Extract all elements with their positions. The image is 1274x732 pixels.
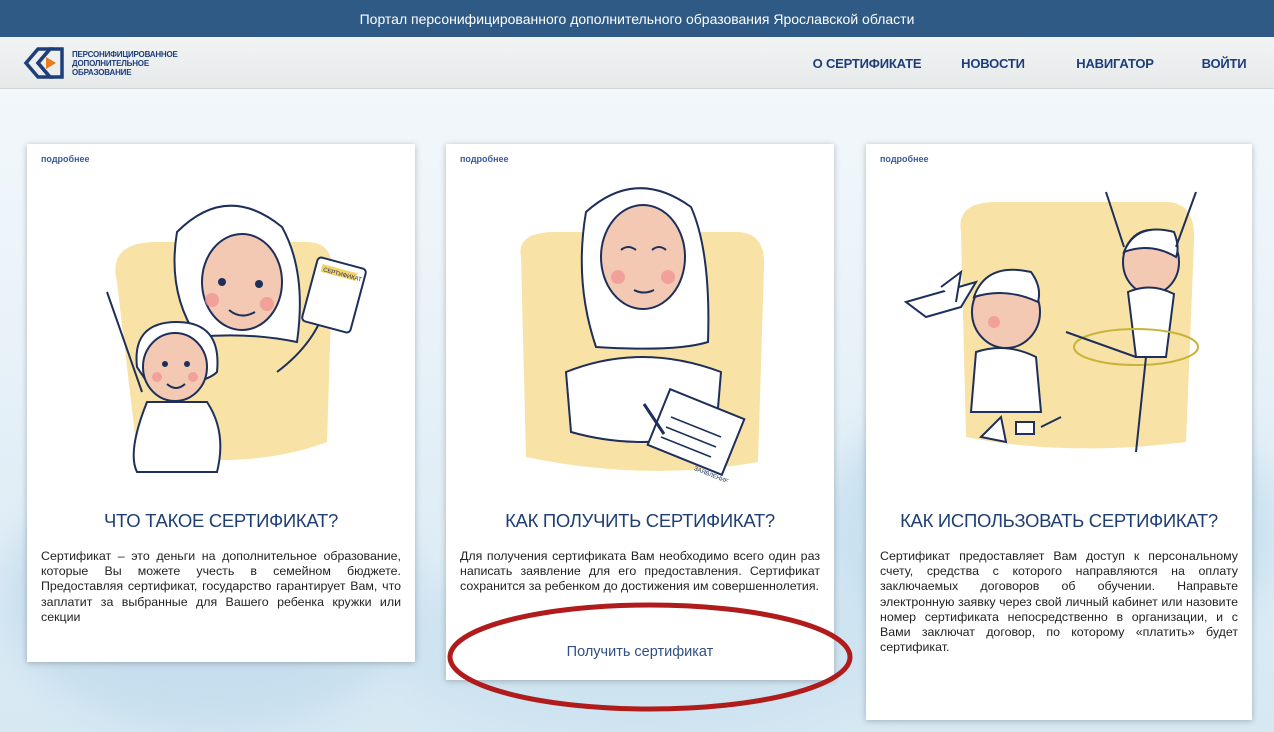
nav-item-about-certificate[interactable]: О СЕРТИФИКАТЕ [797, 56, 937, 71]
card-title: КАК ИСПОЛЬЗОВАТЬ СЕРТИФИКАТ? [900, 510, 1218, 531]
children-activities-illustration [903, 191, 1199, 453]
card-title: ЧТО ТАКОЕ СЕРТИФИКАТ? [104, 510, 338, 531]
nav-item-login[interactable]: ВОЙТИ [1196, 56, 1252, 71]
site-logo[interactable]: ПЕРСОНИФИЦИРОВАННОЕ ДОПОЛНИТЕЛЬНОЕ ОБРАЗ… [22, 43, 178, 83]
card-description: Сертификат предоставляет Вам доступ к пе… [880, 549, 1238, 655]
logo-line-2: ДОПОЛНИТЕЛЬНОЕ [72, 58, 149, 68]
woman-writing-application-illustration: ЗАЯВЛЕНИЕ [520, 187, 765, 482]
card-how-to-get-certificate: подробнее ЗАЯВЛЕНИЕ КАК ПОЛУЧИТЬ СЕРТИФИ… [446, 144, 834, 680]
card-what-is-certificate: подробнее СЕРТИФИКАТ ЧТО ТАКОЕ СЕРТИФИКА… [27, 144, 415, 662]
card-more-link[interactable]: подробнее [41, 154, 90, 164]
logo-mark-icon [23, 47, 64, 79]
mother-and-child-illustration: СЕРТИФИКАТ [106, 204, 367, 473]
card-description: Для получения сертификата Вам необходимо… [460, 549, 820, 594]
logo-line-3: ОБРАЗОВАНИЕ [72, 67, 132, 77]
main-navbar: ПЕРСОНИФИЦИРОВАННОЕ ДОПОЛНИТЕЛЬНОЕ ОБРАЗ… [0, 37, 1274, 89]
card-description: Сертификат – это деньги на дополнительно… [41, 549, 401, 624]
card-how-to-use-certificate: подробнее КАК ИСПОЛЬЗОВАТЬ СЕРТИФИКАТ? С… [866, 144, 1252, 720]
logo-text: ПЕРСОНИФИЦИРОВАННОЕ ДОПОЛНИТЕЛЬНОЕ ОБРАЗ… [72, 50, 178, 77]
nav-item-navigator[interactable]: НАВИГАТОР [1069, 56, 1161, 71]
logo-line-1: ПЕРСОНИФИЦИРОВАННОЕ [72, 49, 178, 59]
get-certificate-link[interactable]: Получить сертификат [446, 644, 834, 660]
portal-title: Портал персонифицированного дополнительн… [359, 10, 915, 27]
nav-item-news[interactable]: НОВОСТИ [958, 56, 1028, 71]
card-more-link[interactable]: подробнее [460, 154, 509, 164]
card-title: КАК ПОЛУЧИТЬ СЕРТИФИКАТ? [505, 510, 775, 531]
card-more-link[interactable]: подробнее [880, 154, 929, 164]
portal-title-bar: Портал персонифицированного дополнительн… [0, 0, 1274, 37]
